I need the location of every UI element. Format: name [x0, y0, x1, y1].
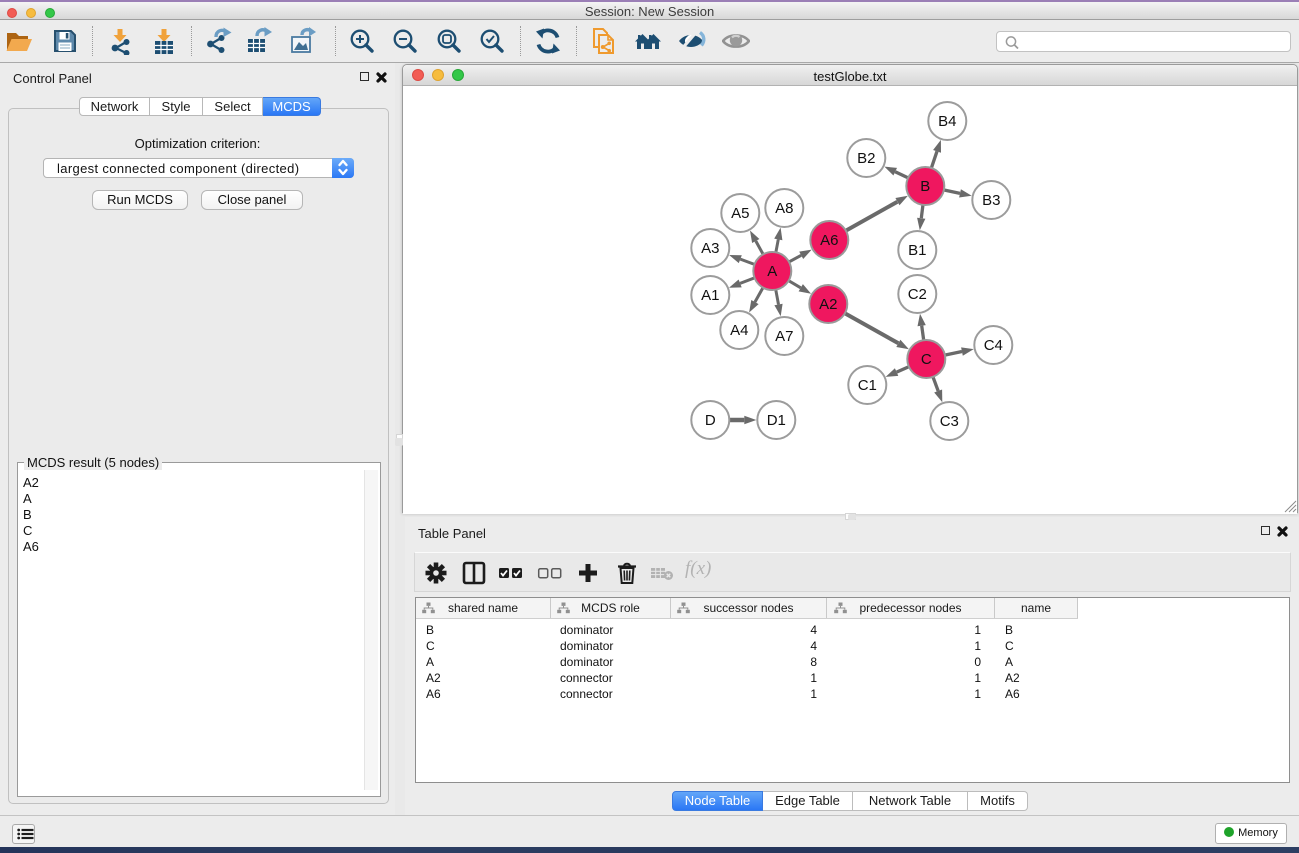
svg-text:C1: C1: [858, 377, 877, 394]
svg-text:C4: C4: [984, 337, 1003, 354]
svg-text:C2: C2: [908, 286, 927, 303]
svg-text:A8: A8: [775, 200, 793, 217]
svg-text:C: C: [921, 351, 932, 368]
svg-text:B: B: [920, 178, 930, 195]
svg-text:A2: A2: [819, 296, 837, 313]
svg-text:A: A: [767, 263, 777, 280]
svg-text:B4: B4: [938, 113, 956, 130]
svg-text:A5: A5: [731, 205, 749, 222]
svg-text:B2: B2: [857, 150, 875, 167]
svg-text:A3: A3: [701, 240, 719, 257]
svg-text:D: D: [705, 412, 716, 429]
svg-text:D1: D1: [767, 412, 786, 429]
svg-text:A7: A7: [775, 328, 793, 345]
svg-text:B3: B3: [982, 192, 1000, 209]
svg-text:A6: A6: [820, 232, 838, 249]
svg-text:A1: A1: [701, 287, 719, 304]
svg-text:B1: B1: [908, 242, 926, 259]
svg-text:C3: C3: [940, 413, 959, 430]
svg-text:A4: A4: [730, 322, 748, 339]
